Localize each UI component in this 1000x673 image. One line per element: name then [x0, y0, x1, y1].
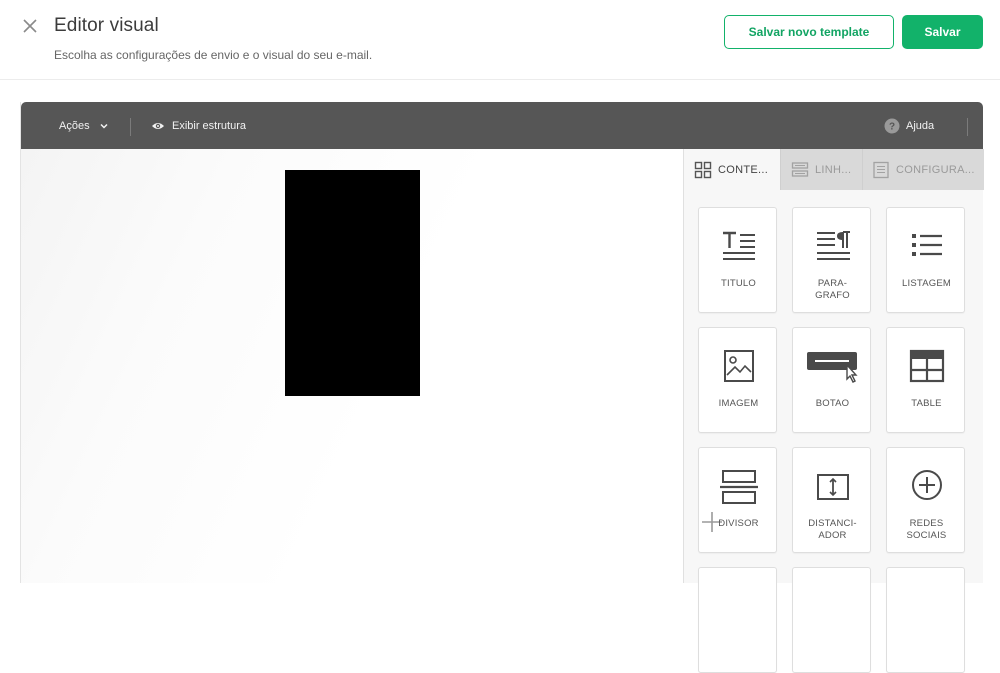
- title-icon: [699, 228, 778, 268]
- block-list[interactable]: LISTAGEM: [886, 207, 965, 313]
- spacer-icon: [793, 468, 872, 508]
- help-label: Ajuda: [906, 119, 935, 132]
- email-preview-block[interactable]: [285, 170, 420, 396]
- tab-rows-label: LINH...: [815, 163, 852, 176]
- block-divider-label: DIVISOR: [718, 518, 759, 529]
- visual-editor: Ações Exibir estrutura ? Ajuda CONTE... …: [20, 102, 984, 673]
- toolbar-divider: [130, 118, 131, 136]
- block-paragraph-label: PARA- GRAFO: [815, 278, 850, 301]
- block-paragraph[interactable]: PARA- GRAFO: [792, 207, 871, 313]
- settings-page-icon: [872, 161, 890, 179]
- table-icon: [887, 348, 966, 388]
- page-header: Editor visual Escolha as configurações d…: [0, 0, 1000, 80]
- panel-tabs: CONTE... LINH... CONFIGURA...: [684, 149, 984, 190]
- tab-content-label: CONTE...: [718, 163, 769, 176]
- block-table-label: TABLE: [911, 398, 942, 409]
- block-social-label: REDES SOCIAIS: [906, 518, 947, 541]
- grid-icon: [694, 161, 712, 179]
- block-image[interactable]: IMAGEM: [698, 327, 777, 433]
- tab-content[interactable]: CONTE...: [684, 149, 780, 190]
- eye-icon: [152, 122, 164, 129]
- block-social[interactable]: REDES SOCIAIS: [886, 447, 965, 553]
- close-button[interactable]: [19, 15, 41, 37]
- toolbar-divider: [967, 118, 968, 136]
- tab-settings[interactable]: CONFIGURA...: [862, 149, 984, 190]
- block-title[interactable]: TITULO: [698, 207, 777, 313]
- divider-icon: [699, 468, 778, 508]
- paragraph-icon: [793, 228, 872, 268]
- block-spacer[interactable]: DISTANCI- ADOR: [792, 447, 871, 553]
- block-spacer-label: DISTANCI- ADOR: [808, 518, 857, 541]
- content-panel: CONTE... LINH... CONFIGURA... TITULO PAR…: [683, 149, 984, 673]
- block-image-label: IMAGEM: [718, 398, 759, 409]
- save-button[interactable]: Salvar: [902, 15, 983, 49]
- show-structure-toggle[interactable]: Exibir estrutura: [151, 102, 246, 149]
- save-new-template-button[interactable]: Salvar novo template: [724, 15, 894, 49]
- help-icon: ?: [884, 118, 900, 133]
- actions-label: Ações: [59, 119, 90, 132]
- block-button[interactable]: BOTAO: [792, 327, 871, 433]
- editor-toolbar: Ações Exibir estrutura ? Ajuda: [21, 102, 983, 149]
- help-button[interactable]: ? Ajuda: [884, 102, 934, 149]
- block-list-label: LISTAGEM: [902, 278, 951, 289]
- block-button-label: BOTAO: [815, 398, 850, 409]
- image-icon: [699, 348, 778, 388]
- close-icon: [23, 19, 37, 33]
- social-icon: [887, 468, 966, 508]
- chevron-down-icon: [100, 123, 108, 129]
- tab-rows[interactable]: LINH...: [780, 149, 862, 190]
- show-structure-label: Exibir estrutura: [172, 119, 246, 132]
- rows-icon: [791, 161, 809, 179]
- list-icon: [887, 228, 966, 268]
- email-canvas[interactable]: [21, 149, 683, 583]
- button-block-icon: [793, 348, 872, 388]
- actions-menu[interactable]: Ações: [59, 102, 109, 149]
- page-title: Editor visual: [54, 15, 159, 36]
- block-title-label: TITULO: [721, 278, 756, 289]
- tab-settings-label: CONFIGURA...: [896, 163, 975, 176]
- page-subtitle: Escolha as configurações de envio e o vi…: [54, 48, 373, 62]
- svg-text:?: ?: [889, 121, 895, 132]
- block-table[interactable]: TABLE: [886, 327, 965, 433]
- block-divider[interactable]: DIVISOR: [698, 447, 777, 553]
